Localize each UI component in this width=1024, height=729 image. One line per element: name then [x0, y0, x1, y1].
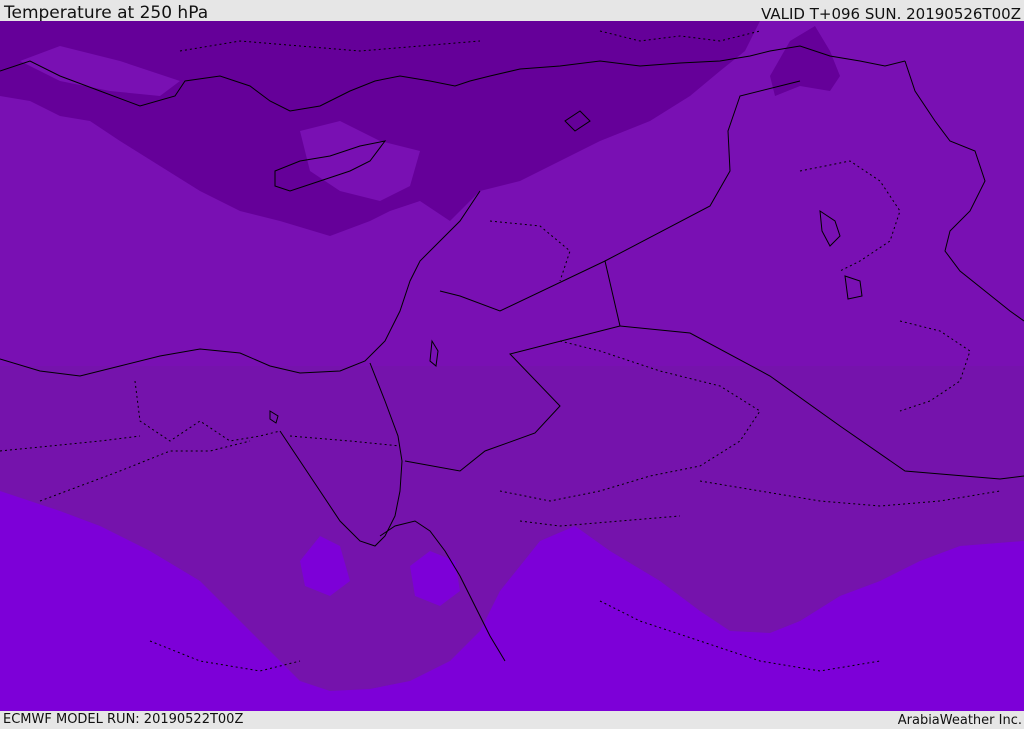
- credit: ArabiaWeather Inc.: [897, 713, 1022, 728]
- model-run: ECMWF MODEL RUN: 20190522T00Z: [3, 712, 244, 727]
- header-bar: Temperature at 250 hPa VALID T+096 SUN. …: [0, 0, 1024, 23]
- map-title: Temperature at 250 hPa: [4, 3, 209, 23]
- weather-map: [0, 21, 1024, 711]
- footer-bar: ECMWF MODEL RUN: 20190522T00Z ArabiaWeat…: [0, 711, 1024, 729]
